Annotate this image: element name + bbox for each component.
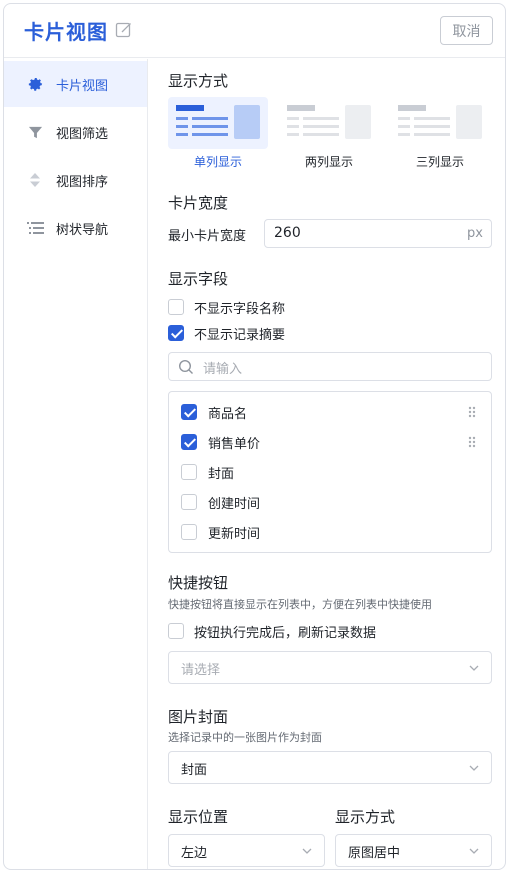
sidebar-item-label: 视图排序: [56, 174, 109, 190]
layout-label-triple[interactable]: 三列显示: [390, 153, 490, 170]
settings-sidebar: 卡片视图 视图筛选 视图排序 树状导航: [4, 59, 148, 869]
cancel-button[interactable]: 取消: [440, 16, 493, 45]
panel-title: 卡片视图: [24, 20, 108, 44]
min-card-width-label: 最小卡片宽度: [168, 229, 247, 244]
quick-button-select[interactable]: 请选择: [168, 651, 492, 684]
sidebar-item-label: 树状导航: [56, 222, 109, 238]
layout-option-triple[interactable]: [390, 97, 490, 149]
cover-image-hint: 选择记录中的一张图片作为封面: [168, 731, 322, 744]
layout-option-double[interactable]: [279, 97, 379, 149]
display-mode-title: 显示方式: [168, 72, 229, 90]
chevron-down-icon: [469, 848, 479, 854]
hide-field-name-label[interactable]: 不显示字段名称: [194, 298, 285, 317]
panel-header: 卡片视图 取消: [4, 4, 505, 58]
sidebar-item-view-filter[interactable]: 视图筛选: [4, 109, 147, 155]
cover-mode-value: 原图居中: [348, 846, 401, 861]
hide-summary-label[interactable]: 不显示记录摘要: [194, 324, 285, 343]
sidebar-item-label: 视图筛选: [56, 126, 109, 142]
chevron-down-icon: [469, 665, 479, 671]
tree-list-icon: [26, 219, 44, 237]
sort-icon: [26, 171, 44, 189]
cover-image-title: 图片封面: [168, 708, 229, 726]
cover-position-value: 左边: [181, 846, 208, 861]
cover-mode-title: 显示方式: [335, 808, 396, 826]
settings-main: 显示方式 单列显示 两列显示 三列显示 卡片宽度 最小卡片宽度 260 px 显…: [149, 59, 505, 869]
field-checkbox-updated-time[interactable]: [181, 524, 197, 540]
hide-field-name-checkbox[interactable]: [168, 299, 184, 315]
cover-position-title: 显示位置: [168, 808, 229, 826]
cover-mode-select[interactable]: 原图居中: [335, 834, 492, 867]
unit-label: px: [467, 226, 483, 241]
field-search-input[interactable]: 请输入: [168, 352, 492, 381]
drag-handle-icon[interactable]: [468, 436, 476, 448]
cover-field-value: 封面: [181, 763, 208, 778]
field-checkbox-created-time[interactable]: [181, 494, 197, 510]
layout-option-single[interactable]: [168, 97, 268, 149]
quick-buttons-hint: 快捷按钮将直接显示在列表中，方便在列表中快捷使用: [168, 598, 432, 611]
refresh-after-run-label[interactable]: 按钮执行完成后，刷新记录数据: [194, 622, 376, 641]
gear-icon: [26, 75, 44, 93]
sidebar-item-view-sort[interactable]: 视图排序: [4, 157, 147, 203]
edit-icon[interactable]: [115, 21, 133, 39]
field-label-created-time: 创建时间: [208, 497, 261, 512]
cover-field-select[interactable]: 封面: [168, 751, 492, 784]
sidebar-item-label: 卡片视图: [56, 78, 109, 94]
field-checkbox-sale-price[interactable]: [181, 434, 197, 450]
card-view-settings-panel: 卡片视图 取消 卡片视图 视图筛选 视图排序 树状导航 显示方式 单列显示 两列…: [3, 3, 506, 870]
chevron-down-icon: [302, 848, 312, 854]
select-placeholder: 请选择: [181, 663, 221, 678]
sidebar-item-tree-nav[interactable]: 树状导航: [4, 205, 147, 251]
quick-buttons-title: 快捷按钮: [168, 574, 229, 592]
field-label-cover: 封面: [208, 467, 235, 482]
card-width-title: 卡片宽度: [168, 194, 229, 212]
hide-summary-checkbox[interactable]: [168, 325, 184, 341]
search-placeholder: 请输入: [203, 362, 243, 377]
drag-handle-icon[interactable]: [468, 406, 476, 418]
min-card-width-value: 260: [274, 225, 301, 241]
chevron-down-icon: [469, 765, 479, 771]
filter-icon: [26, 123, 44, 141]
search-icon: [178, 359, 193, 374]
field-label-sale-price: 销售单价: [208, 437, 261, 452]
field-label-product-name: 商品名: [208, 407, 248, 422]
min-card-width-input[interactable]: 260 px: [264, 219, 492, 248]
field-label-updated-time: 更新时间: [208, 527, 261, 542]
field-checkbox-cover[interactable]: [181, 464, 197, 480]
field-list: 商品名 销售单价 封面 创建时间 更新时间: [168, 391, 492, 553]
display-fields-title: 显示字段: [168, 270, 229, 288]
refresh-after-run-checkbox[interactable]: [168, 623, 184, 639]
layout-label-double[interactable]: 两列显示: [279, 153, 379, 170]
layout-label-single[interactable]: 单列显示: [168, 153, 268, 170]
cover-position-select[interactable]: 左边: [168, 834, 325, 867]
field-checkbox-product-name[interactable]: [181, 404, 197, 420]
sidebar-item-card-view[interactable]: 卡片视图: [4, 61, 147, 107]
